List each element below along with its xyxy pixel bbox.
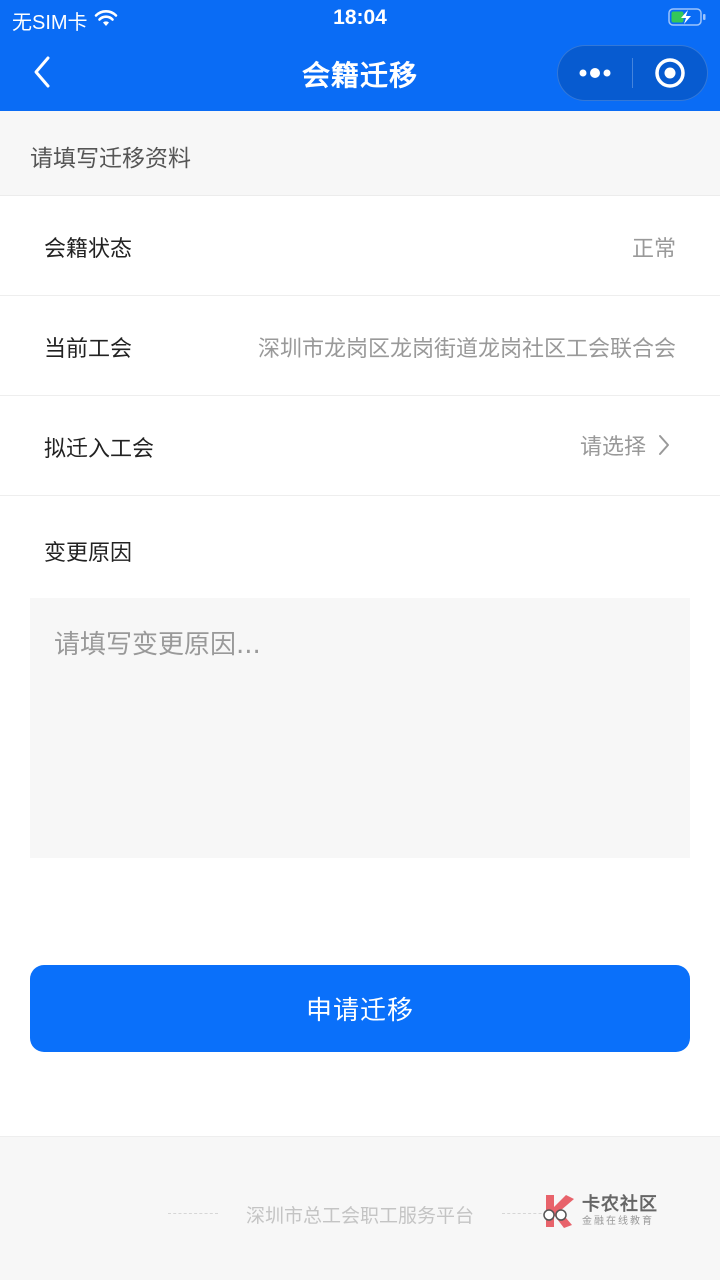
target-union-row[interactable]: 拟迁入工会 请选择	[0, 396, 720, 496]
target-union-label: 拟迁入工会	[44, 437, 155, 462]
mini-program-capsule	[557, 45, 708, 101]
status-bar: 无SIM卡 18:04	[0, 0, 720, 36]
footer: 深圳市总工会职工服务平台 卡农社区 金融在线教育	[0, 1136, 720, 1280]
current-union-label: 当前工会	[44, 337, 133, 362]
membership-status-label: 会籍状态	[44, 237, 133, 262]
current-union-value: 深圳市龙岗区龙岗街道龙岗社区工会联合会	[257, 337, 676, 362]
watermark-title: 卡农社区	[582, 1193, 658, 1215]
clock: 18:04	[333, 6, 387, 29]
battery-charging-icon	[668, 7, 708, 27]
more-button[interactable]	[558, 45, 632, 101]
watermark-subtitle: 金融在线教育	[582, 1215, 654, 1227]
reason-input[interactable]	[30, 598, 690, 858]
target-union-picker[interactable]: 请选择	[580, 429, 670, 461]
watermark: 卡农社区 金融在线教育	[540, 1191, 670, 1231]
target-circle-icon	[655, 58, 685, 88]
chevron-right-icon	[659, 435, 669, 455]
apply-transfer-button[interactable]: 申请迁移	[30, 965, 690, 1052]
navigation-bar: 会籍迁移	[0, 36, 720, 111]
reason-label: 变更原因	[44, 541, 133, 566]
current-union-row: 当前工会 深圳市龙岗区龙岗街道龙岗社区工会联合会	[0, 296, 720, 396]
section-header: 请填写迁移资料	[0, 111, 720, 196]
section-title: 请填写迁移资料	[30, 146, 191, 172]
membership-status-row: 会籍状态 正常	[0, 196, 720, 296]
target-union-placeholder: 请选择	[579, 435, 646, 460]
close-mini-program-button[interactable]	[633, 45, 707, 101]
watermark-text: 卡农社区 金融在线教育	[582, 1193, 658, 1227]
watermark-logo-icon	[543, 1195, 574, 1228]
more-dots-icon	[579, 68, 611, 78]
membership-status-value: 正常	[631, 237, 676, 262]
top-bar: 无SIM卡 18:04 会籍迁移	[0, 0, 720, 111]
